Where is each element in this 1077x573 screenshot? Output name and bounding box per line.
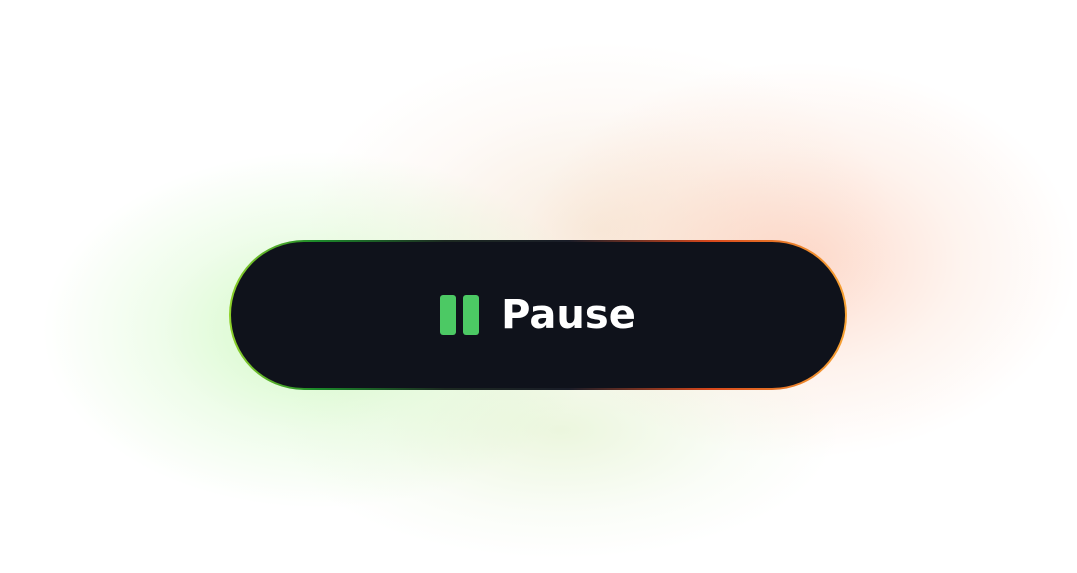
stage: Pause <box>0 0 1077 573</box>
pause-icon-bar-right <box>463 295 480 335</box>
pause-button-label: Pause <box>501 292 636 338</box>
pause-icon-bar-left <box>440 295 457 335</box>
pause-button[interactable]: Pause <box>231 242 845 388</box>
pause-icon <box>440 295 480 335</box>
pause-button-border: Pause <box>229 240 847 390</box>
